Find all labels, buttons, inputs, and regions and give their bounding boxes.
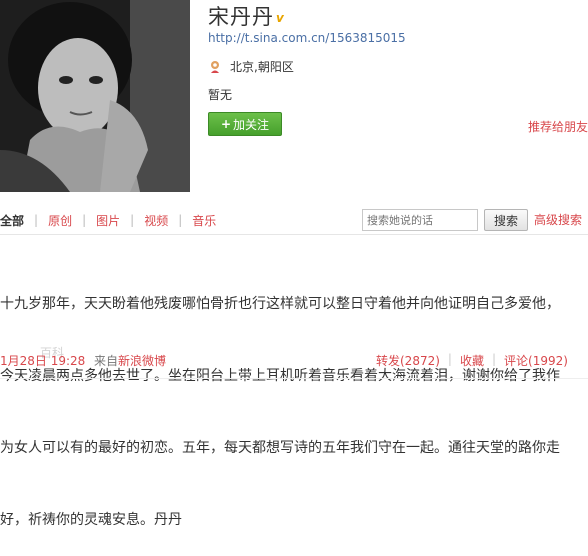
location-row: 北京,朝阳区 <box>208 58 294 75</box>
post-time-link[interactable]: 1月28日 19:28 <box>0 352 85 369</box>
source-link[interactable]: 新浪微博 <box>118 354 166 368</box>
profile-header: 宋丹丹 v http://t.sina.com.cn/1563815015 北京… <box>0 0 588 196</box>
location-pin-icon <box>211 60 219 73</box>
post-actions: 转发(2872) | 收藏 | 评论(1992) <box>376 352 568 369</box>
tab-original[interactable]: 原创 <box>48 212 72 229</box>
profile-url-link[interactable]: http://t.sina.com.cn/1563815015 <box>208 31 406 45</box>
follow-button-label: 加关注 <box>233 117 270 132</box>
bio-text: 暂无 <box>208 88 233 102</box>
tab-videos[interactable]: 视频 <box>144 212 168 229</box>
search-input[interactable] <box>362 209 478 231</box>
divider <box>0 234 588 235</box>
action-separator: | <box>447 352 452 366</box>
recommend-to-friend-link[interactable]: 推荐给朋友 <box>528 118 588 135</box>
action-separator: | <box>491 352 497 366</box>
name-row: 宋丹丹 v <box>208 2 284 30</box>
comment-link[interactable]: 评论(1992) <box>504 352 568 369</box>
tab-all[interactable]: 全部 <box>0 212 24 229</box>
tab-separator: | <box>130 213 135 227</box>
plus-icon: + <box>220 117 232 131</box>
post-line: 十九岁那年，天天盼着他残废哪怕骨折也行这样就可以整日守着他并向他证明自己多爱他， <box>0 296 560 312</box>
location-text: 北京,朝阳区 <box>230 60 294 74</box>
tab-separator: | <box>82 213 87 227</box>
tab-images[interactable]: 图片 <box>96 212 120 229</box>
avatar[interactable] <box>0 0 190 192</box>
post-content: 十九岁那年，天天盼着他残废哪怕骨折也行这样就可以整日守着他并向他证明自己多爱他，… <box>0 244 588 556</box>
advanced-search-link[interactable]: 高级搜索 <box>534 211 582 228</box>
profile-name[interactable]: 宋丹丹 <box>208 1 274 31</box>
follow-button[interactable]: + 加关注 <box>208 112 282 136</box>
post-line: 好，祈祷你的灵魂安息。丹丹 <box>0 512 182 528</box>
tab-separator: | <box>178 213 183 227</box>
from-prefix: 来自 <box>94 354 119 368</box>
avatar-photo <box>0 0 190 192</box>
bottom-divider <box>0 378 588 379</box>
tab-music[interactable]: 音乐 <box>192 212 216 229</box>
favorite-link[interactable]: 收藏 <box>460 352 484 369</box>
verified-v-icon: v <box>276 11 284 25</box>
tab-separator: | <box>34 213 39 227</box>
repost-link[interactable]: 转发(2872) <box>376 352 440 369</box>
post-meta: 1月28日 19:28 来自新浪微博 转发(2872) | 收藏 | 评论(19… <box>0 350 588 370</box>
post-line: 为女人可以有的最好的初恋。五年，每天都想写诗的五年我们守在一起。通往天堂的路你走 <box>0 440 560 456</box>
profile-info: 宋丹丹 v http://t.sina.com.cn/1563815015 北京… <box>206 0 588 196</box>
search-button[interactable]: 搜索 <box>484 209 528 231</box>
filter-tabs: 全部 | 原创 | 图片 | 视频 | 音乐 <box>0 208 216 232</box>
post-source: 来自新浪微博 <box>94 352 166 369</box>
